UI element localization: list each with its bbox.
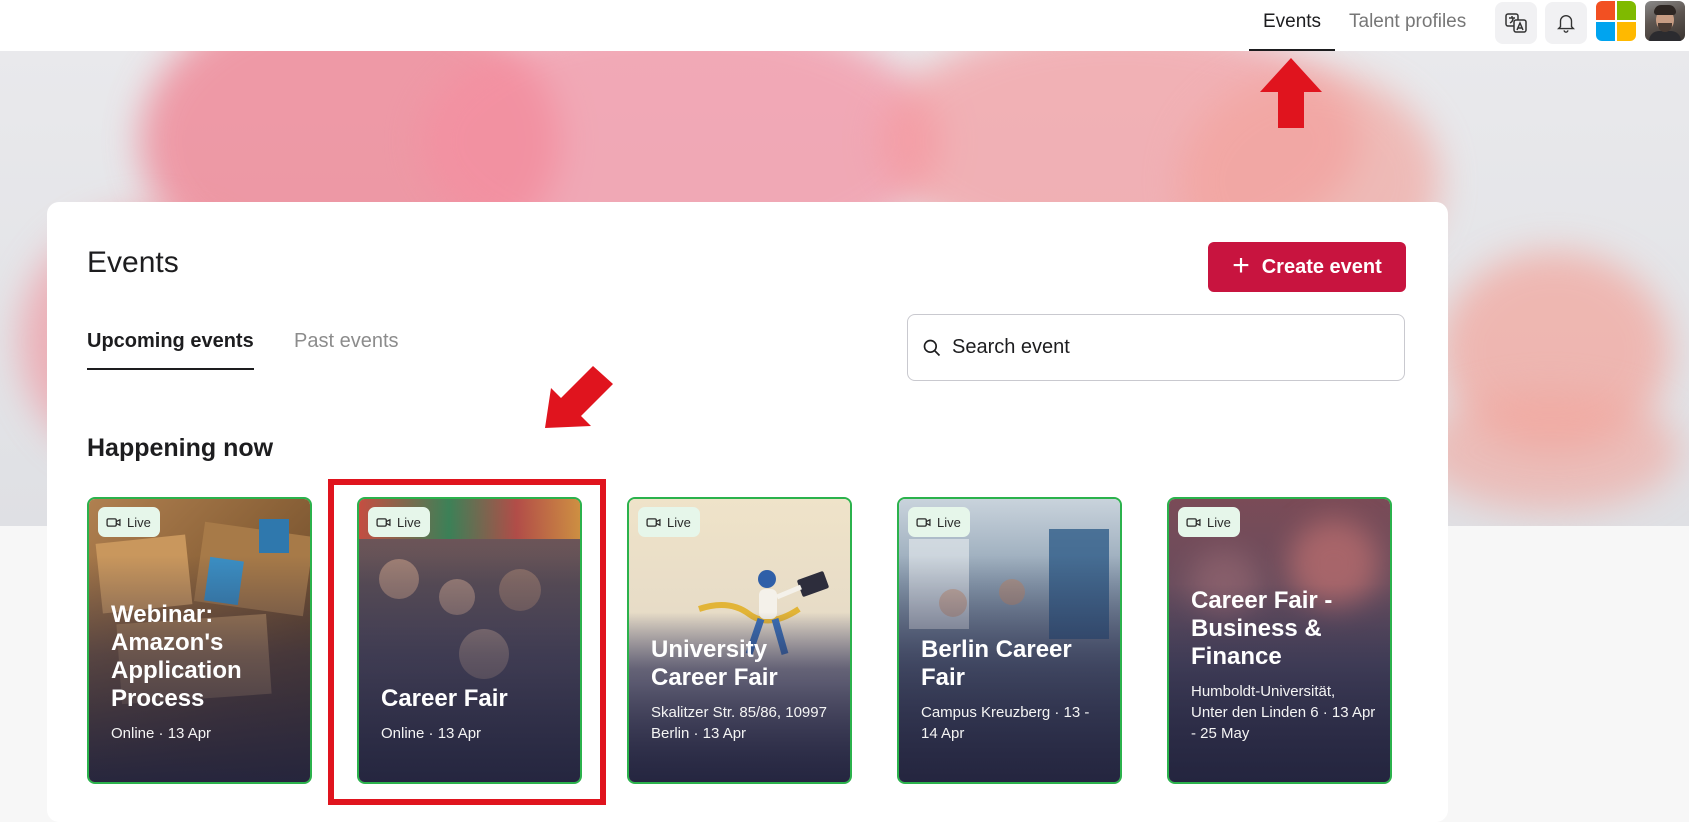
event-title: Berlin Career Fair bbox=[921, 636, 1072, 691]
event-meta: Humboldt-Universität, Unter den Linden 6… bbox=[1191, 683, 1376, 742]
event-meta: Skalitzer Str. 85/86, 10997 Berlin · 13 … bbox=[651, 704, 827, 742]
video-camera-icon bbox=[1186, 517, 1201, 527]
section-title-happening-now: Happening now bbox=[87, 434, 274, 462]
video-camera-icon bbox=[916, 517, 931, 527]
bell-icon bbox=[1557, 15, 1575, 33]
search-input[interactable] bbox=[950, 335, 1374, 360]
live-badge: Live bbox=[98, 507, 160, 537]
top-navigation: Events Talent profiles bbox=[0, 0, 1689, 51]
search-icon bbox=[923, 339, 941, 356]
event-card[interactable]: Live Berlin Career Fair Campus Kreuzberg… bbox=[897, 497, 1122, 784]
live-badge: Live bbox=[1178, 507, 1240, 537]
event-card[interactable]: Live Webinar: Amazon's Application Proce… bbox=[87, 497, 312, 784]
event-title: University Career Fair bbox=[651, 636, 778, 691]
video-camera-icon bbox=[106, 517, 121, 527]
live-badge: Live bbox=[908, 507, 970, 537]
event-card[interactable]: Live Career Fair - Business & Finance Hu… bbox=[1167, 497, 1392, 784]
event-meta: Online · 13 Apr bbox=[111, 725, 212, 742]
user-avatar[interactable] bbox=[1645, 1, 1685, 41]
event-title: Career Fair - Business & Finance bbox=[1191, 587, 1333, 670]
search-box bbox=[907, 314, 1405, 381]
translate-button[interactable] bbox=[1495, 2, 1537, 44]
plus-icon: + bbox=[1232, 248, 1250, 282]
page-title: Events bbox=[87, 246, 179, 279]
event-card[interactable]: Live University Career Fair Skalitzer St… bbox=[627, 497, 852, 784]
annotation-highlight-box bbox=[328, 479, 606, 805]
nav-tab-events[interactable]: Events bbox=[1249, 0, 1335, 51]
company-logo[interactable] bbox=[1596, 1, 1636, 41]
create-event-button[interactable]: + Create event bbox=[1208, 242, 1406, 292]
nav-tab-talent-profiles[interactable]: Talent profiles bbox=[1349, 0, 1466, 51]
translate-icon bbox=[1505, 13, 1527, 33]
tab-past-events[interactable]: Past events bbox=[294, 330, 399, 368]
live-badge: Live bbox=[638, 507, 700, 537]
create-event-label: Create event bbox=[1261, 255, 1382, 278]
tab-upcoming-events[interactable]: Upcoming events bbox=[87, 330, 254, 370]
event-title: Webinar: Amazon's Application Process bbox=[111, 601, 242, 712]
events-panel: Events + Create event Upcoming events Pa… bbox=[47, 202, 1448, 822]
annotation-arrow-up bbox=[1260, 58, 1322, 128]
video-camera-icon bbox=[646, 517, 661, 527]
event-meta: Campus Kreuzberg · 13 - 14 Apr bbox=[921, 704, 1090, 742]
notifications-button[interactable] bbox=[1545, 2, 1587, 44]
annotation-arrow-diagonal bbox=[545, 366, 613, 428]
